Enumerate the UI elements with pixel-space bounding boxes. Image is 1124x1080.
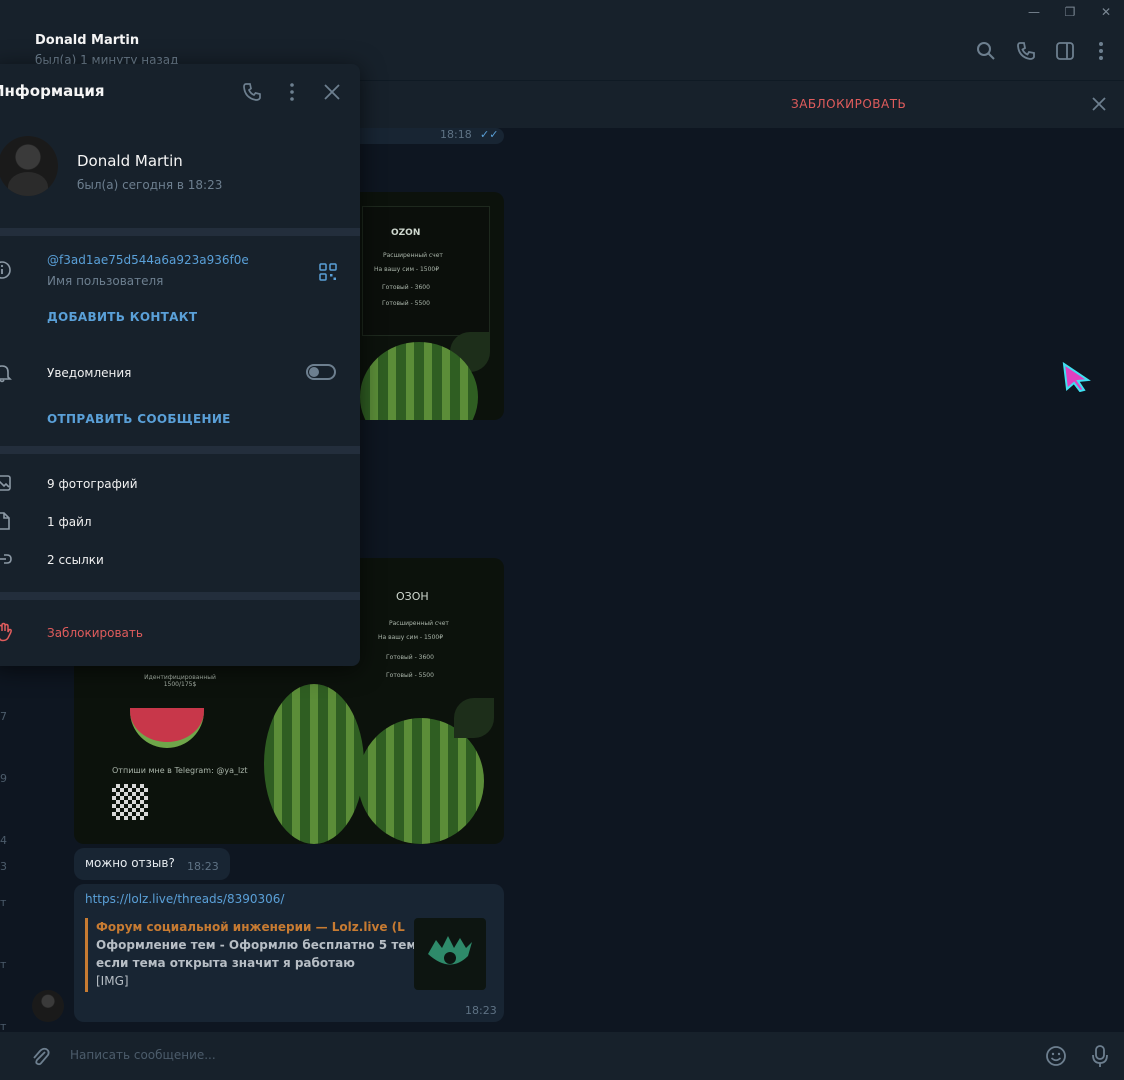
chat-list-fragment: т bbox=[0, 958, 7, 971]
image-line: Готовый - 5500 bbox=[382, 300, 430, 307]
notifications-toggle[interactable] bbox=[306, 364, 336, 380]
image-title: ОЗОН bbox=[396, 590, 429, 603]
separator bbox=[0, 592, 360, 600]
restore-button[interactable]: ❐ bbox=[1062, 4, 1078, 20]
username-label: Имя пользователя bbox=[47, 274, 164, 288]
microphone-icon[interactable] bbox=[1089, 1044, 1111, 1068]
notifications-label: Уведомления bbox=[47, 366, 132, 380]
attach-icon[interactable] bbox=[30, 1046, 52, 1068]
preview-line: [IMG] bbox=[96, 974, 129, 988]
leaf bbox=[454, 698, 494, 738]
phone-icon[interactable] bbox=[242, 82, 262, 102]
message-time: 18:23 bbox=[187, 860, 219, 873]
message-text: можно отзыв? bbox=[85, 856, 175, 870]
mouse-cursor-icon bbox=[1062, 362, 1091, 392]
separator bbox=[0, 228, 360, 236]
message-time: 18:18 bbox=[440, 128, 472, 141]
shared-files-row[interactable]: 1 файл bbox=[0, 504, 360, 538]
info-title: Информация bbox=[0, 82, 105, 100]
shared-photos-row[interactable]: 9 фотографий bbox=[0, 466, 360, 500]
chat-list-fragment: 7 bbox=[0, 710, 7, 723]
more-icon[interactable] bbox=[282, 82, 302, 102]
shared-links-row[interactable]: 2 ссылки bbox=[0, 542, 360, 576]
image-line: Готовый - 3600 bbox=[382, 284, 430, 291]
send-message-button[interactable]: ОТПРАВИТЬ СООБЩЕНИЕ bbox=[47, 412, 231, 426]
block-user-row[interactable]: Заблокировать bbox=[0, 616, 360, 650]
qr-code bbox=[112, 784, 148, 820]
qr-code-icon[interactable] bbox=[318, 262, 338, 282]
profile-name: Donald Martin bbox=[77, 152, 183, 170]
block-user-button: Заблокировать bbox=[47, 626, 143, 640]
preview-line: Оформление тем - Оформлю бесплатно 5 тем… bbox=[96, 938, 421, 952]
sidebar-toggle-icon[interactable] bbox=[1054, 40, 1076, 62]
info-icon bbox=[0, 261, 11, 279]
image-line: Расширенный счет bbox=[383, 252, 443, 259]
image-line: Готовый - 5500 bbox=[386, 672, 434, 679]
message-composer: Написать сообщение... bbox=[0, 1032, 1124, 1080]
hand-block-icon bbox=[0, 622, 12, 642]
minimize-button[interactable]: — bbox=[1026, 4, 1042, 20]
link-icon bbox=[0, 554, 12, 564]
image-line: Расширенный счет bbox=[389, 620, 449, 627]
search-icon[interactable] bbox=[975, 40, 997, 62]
chat-list-fragment: 9 bbox=[0, 772, 7, 785]
link-preview[interactable]: Форум социальной инженерии — Lolz.live (… bbox=[85, 918, 421, 992]
links-count: 2 ссылки bbox=[47, 553, 104, 567]
message-time: 18:23 bbox=[465, 1004, 497, 1017]
telegram-window: — ❐ ✕ Donald Martin был(а) 1 минуту наза… bbox=[0, 0, 1124, 1080]
title-bar: — ❐ ✕ bbox=[0, 0, 1124, 24]
message-input[interactable]: Написать сообщение... bbox=[70, 1048, 216, 1062]
image-caption: Идентифицированный 1500/175$ bbox=[144, 674, 216, 688]
image-line: На вашу сим - 1500₽ bbox=[374, 266, 440, 273]
preview-image bbox=[414, 918, 486, 990]
read-checks-icon: ✓✓ bbox=[480, 128, 499, 141]
avatar[interactable] bbox=[0, 136, 58, 196]
image-line: На вашу сим - 1500₽ bbox=[378, 634, 444, 641]
close-icon[interactable] bbox=[322, 82, 342, 102]
chat-list-fragment: 4 bbox=[0, 834, 7, 847]
add-contact-button[interactable]: ДОБАВИТЬ КОНТАКТ bbox=[47, 310, 197, 324]
close-icon[interactable] bbox=[1090, 95, 1108, 113]
message-link[interactable]: https://lolz.live/threads/8390306/ bbox=[85, 892, 284, 906]
image-title: OZON bbox=[391, 228, 421, 238]
file-icon bbox=[0, 512, 10, 530]
info-panel: Информация Donald Martin был(а) сегодня … bbox=[0, 64, 360, 666]
watermelon bbox=[264, 684, 364, 844]
preview-title: Форум социальной инженерии — Lolz.live (… bbox=[96, 920, 406, 934]
bell-icon bbox=[0, 365, 12, 383]
chat-list-fragment: т bbox=[0, 896, 7, 909]
photos-count: 9 фотографий bbox=[47, 477, 138, 491]
profile-status: был(а) сегодня в 18:23 bbox=[77, 178, 223, 192]
message-bubble[interactable]: можно отзыв? 18:23 bbox=[74, 848, 230, 880]
sender-avatar[interactable] bbox=[32, 990, 64, 1022]
more-icon[interactable] bbox=[1090, 40, 1112, 62]
username[interactable]: @f3ad1ae75d544a6a923a936f0e bbox=[47, 253, 249, 267]
files-count: 1 файл bbox=[47, 515, 92, 529]
separator bbox=[0, 446, 360, 454]
block-bar-button[interactable]: ЗАБЛОКИРОВАТЬ bbox=[791, 97, 906, 111]
emoji-icon[interactable] bbox=[1045, 1045, 1067, 1067]
watermelon-slice bbox=[130, 708, 204, 748]
preview-line: если тема открыта значит я работаю bbox=[96, 956, 355, 970]
image-contact: Отпиши мне в Telegram: @ya_lzt bbox=[112, 766, 248, 775]
chat-list-fragment: 3 bbox=[0, 860, 7, 873]
phone-icon[interactable] bbox=[1015, 40, 1037, 62]
eye-logo-icon bbox=[428, 936, 472, 965]
photo-icon bbox=[0, 475, 11, 491]
window-close-button[interactable]: ✕ bbox=[1098, 4, 1114, 20]
peer-name: Donald Martin bbox=[35, 33, 140, 48]
image-line: Готовый - 3600 bbox=[386, 654, 434, 661]
